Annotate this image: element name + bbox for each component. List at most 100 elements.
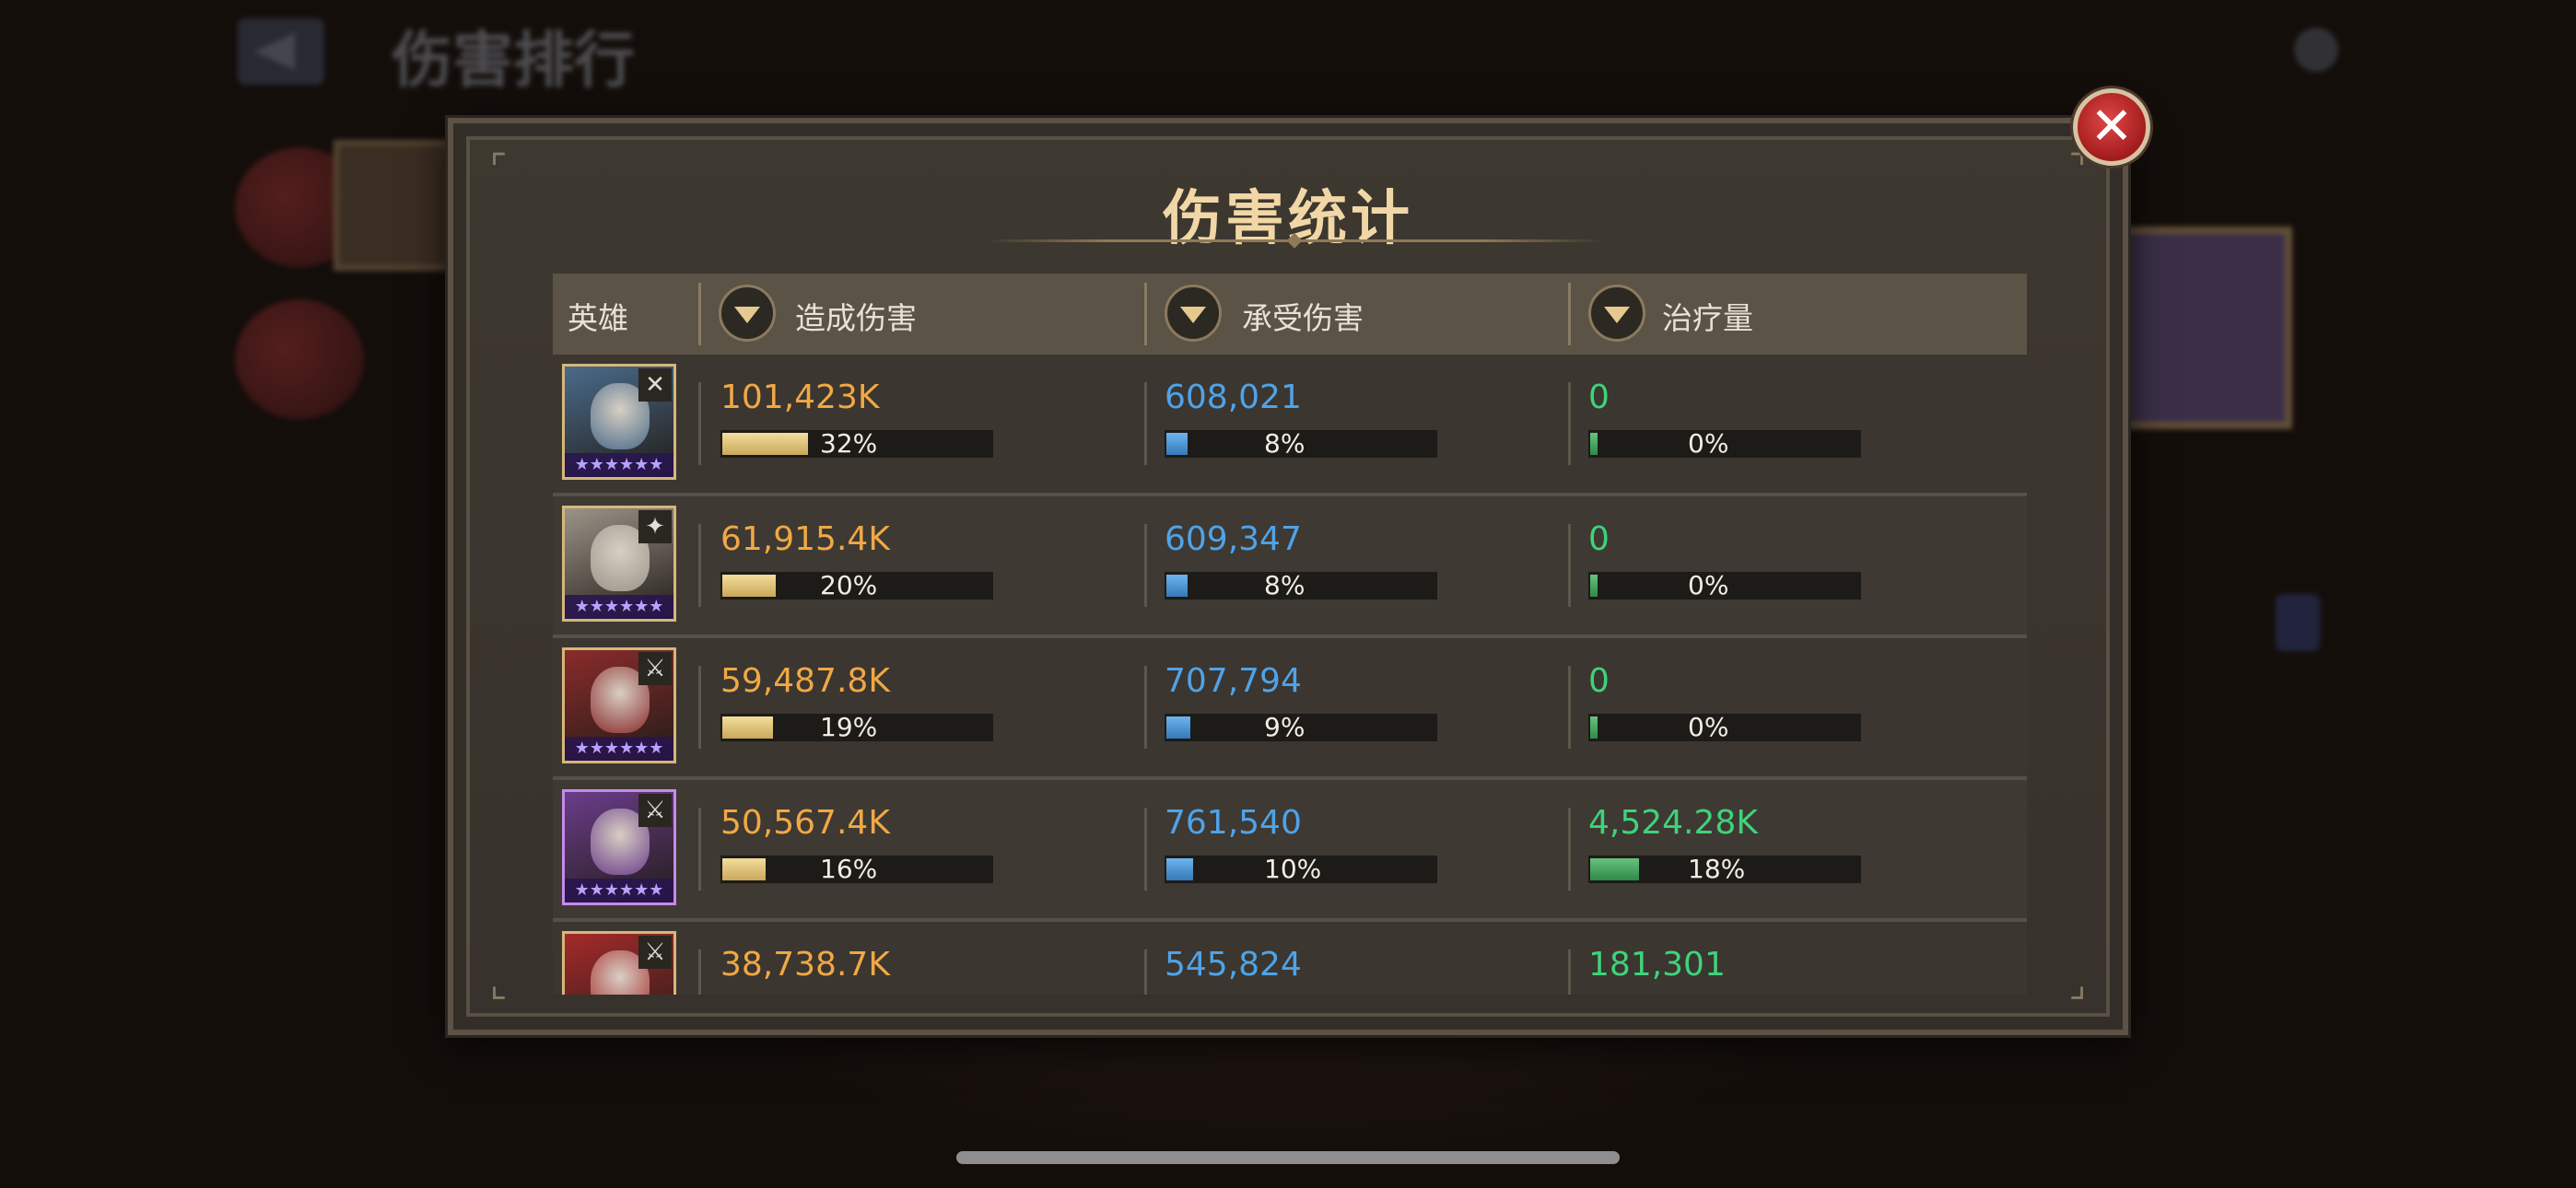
damage-dealt-value: 38,738.7K <box>720 946 890 984</box>
stats-list[interactable]: ✕ ★★★★★★ 101,423K 32% 608,021 8% 0 0% ✦ ★★★★★★ 61,… <box>553 355 2027 995</box>
damage-taken-value: 545,824 <box>1165 946 1302 984</box>
healing-bar: 0% <box>1588 572 1861 600</box>
healing-value: 181,301 <box>1588 946 1726 984</box>
close-button[interactable]: ✕ <box>2073 88 2150 166</box>
header-divider <box>1144 283 1147 345</box>
column-divider <box>1568 949 1571 995</box>
background-settings-icon <box>2294 28 2338 72</box>
sort-damage-taken-button[interactable] <box>1165 285 1222 342</box>
healing-percent: 0% <box>1688 570 1729 600</box>
healing-value: 0 <box>1588 662 1610 700</box>
background-hero-avatar <box>235 299 364 419</box>
column-divider <box>698 382 701 465</box>
damage-dealt-value: 59,487.8K <box>720 662 890 700</box>
damage-dealt-bar: 16% <box>720 856 993 883</box>
column-divider <box>1568 666 1571 749</box>
header-damage-dealt: 造成伤害 <box>795 300 917 336</box>
damage-dealt-bar-fill <box>722 575 776 597</box>
hero-portrait[interactable]: ⚔★★★★★★ <box>562 931 676 995</box>
header-damage-taken: 承受伤害 <box>1242 300 1364 336</box>
header-divider <box>1568 283 1571 345</box>
hero-portrait[interactable]: ✕ ★★★★★★ <box>562 364 676 480</box>
damage-taken-bar-fill <box>1166 575 1188 597</box>
damage-dealt-value: 61,915.4K <box>720 520 890 558</box>
star-rating: ★★★★★★ <box>565 453 673 477</box>
sort-healing-button[interactable] <box>1588 285 1645 342</box>
column-divider <box>1144 808 1147 891</box>
hero-portrait[interactable]: ⚔ ★★★★★★ <box>562 647 676 763</box>
hero-portrait[interactable]: ⚔ ★★★★★★ <box>562 789 676 905</box>
damage-taken-bar: 9% <box>1165 714 1437 741</box>
table-row[interactable]: ⚔ ★★★★★★ 59,487.8K 19% 707,794 9% 0 0% <box>553 638 2027 780</box>
sword-icon: ⚔ <box>638 652 672 685</box>
damage-taken-percent: 10% <box>1264 854 1322 884</box>
background-reward-card <box>2119 227 2292 429</box>
damage-dealt-bar-fill <box>722 433 808 455</box>
damage-dealt-percent: 16% <box>820 854 878 884</box>
column-divider <box>1144 524 1147 607</box>
damage-taken-percent: 8% <box>1264 570 1306 600</box>
healing-bar-fill <box>1590 716 1598 739</box>
background-marker <box>2276 594 2320 651</box>
column-divider <box>1568 524 1571 607</box>
healing-bar: 0% <box>1588 430 1861 458</box>
healing-bar: 18% <box>1588 856 1861 883</box>
damage-dealt-value: 101,423K <box>720 379 880 416</box>
damage-taken-percent: 8% <box>1264 428 1306 459</box>
title-ornament: ◆ <box>1286 228 1303 251</box>
crossbow-icon: ✕ <box>638 368 672 402</box>
hero-portrait[interactable]: ✦ ★★★★★★ <box>562 506 676 622</box>
healing-value: 4,524.28K <box>1588 804 1758 842</box>
back-arrow-icon <box>238 18 324 85</box>
column-divider <box>1144 666 1147 749</box>
corner-ornament: ⌞ <box>489 963 508 1006</box>
healing-percent: 18% <box>1688 854 1746 884</box>
header-divider <box>698 283 701 345</box>
healing-bar-fill <box>1590 575 1598 597</box>
table-row[interactable]: ✕ ★★★★★★ 101,423K 32% 608,021 8% 0 0% <box>553 355 2027 496</box>
star-rating: ★★★★★★ <box>565 595 673 619</box>
sword-icon: ⚔ <box>638 936 672 969</box>
healing-value: 0 <box>1588 520 1610 558</box>
star-rating: ★★★★★★ <box>565 737 673 761</box>
header-hero: 英雄 <box>568 300 628 336</box>
damage-taken-value: 707,794 <box>1165 662 1302 700</box>
table-header: 英雄 造成伤害 承受伤害 治疗量 <box>553 274 2027 355</box>
corner-ornament: ⌟ <box>2068 963 2087 1006</box>
damage-taken-bar-fill <box>1166 433 1188 455</box>
table-row[interactable]: ⚔ ★★★★★★ 50,567.4K 16% 761,540 10% 4,524.28K 18… <box>553 780 2027 922</box>
column-divider <box>1568 808 1571 891</box>
sword-icon: ⚔ <box>638 794 672 827</box>
column-divider <box>698 666 701 749</box>
damage-dealt-percent: 19% <box>820 712 878 742</box>
damage-taken-bar: 8% <box>1165 430 1437 458</box>
damage-dealt-bar: 32% <box>720 430 993 458</box>
healing-percent: 0% <box>1688 428 1729 459</box>
home-indicator[interactable] <box>956 1151 1620 1164</box>
damage-dealt-bar: 20% <box>720 572 993 600</box>
sort-damage-dealt-button[interactable] <box>719 285 776 342</box>
header-healing: 治疗量 <box>1662 300 1753 336</box>
damage-dealt-percent: 20% <box>820 570 878 600</box>
star-rating: ★★★★★★ <box>565 879 673 903</box>
table-row[interactable]: ✦ ★★★★★★ 61,915.4K 20% 609,347 8% 0 0% <box>553 496 2027 638</box>
column-divider <box>698 949 701 995</box>
damage-taken-value: 761,540 <box>1165 804 1302 842</box>
damage-taken-bar-fill <box>1166 858 1193 880</box>
column-divider <box>1568 382 1571 465</box>
damage-taken-value: 608,021 <box>1165 379 1302 416</box>
close-icon: ✕ <box>2090 97 2134 157</box>
background-top-badge <box>2069 22 2180 77</box>
damage-dealt-bar: 19% <box>720 714 993 741</box>
damage-taken-value: 609,347 <box>1165 520 1302 558</box>
healing-bar: 0% <box>1588 714 1861 741</box>
damage-dealt-percent: 32% <box>820 428 878 459</box>
column-divider <box>698 524 701 607</box>
damage-dealt-bar-fill <box>722 858 766 880</box>
healing-percent: 0% <box>1688 712 1729 742</box>
healing-bar-fill <box>1590 433 1598 455</box>
damage-taken-bar-fill <box>1166 716 1190 739</box>
table-row[interactable]: ⚔★★★★★★ 38,738.7K 545,824 181,301 <box>553 922 2027 995</box>
healing-value: 0 <box>1588 379 1610 416</box>
damage-taken-bar: 10% <box>1165 856 1437 883</box>
